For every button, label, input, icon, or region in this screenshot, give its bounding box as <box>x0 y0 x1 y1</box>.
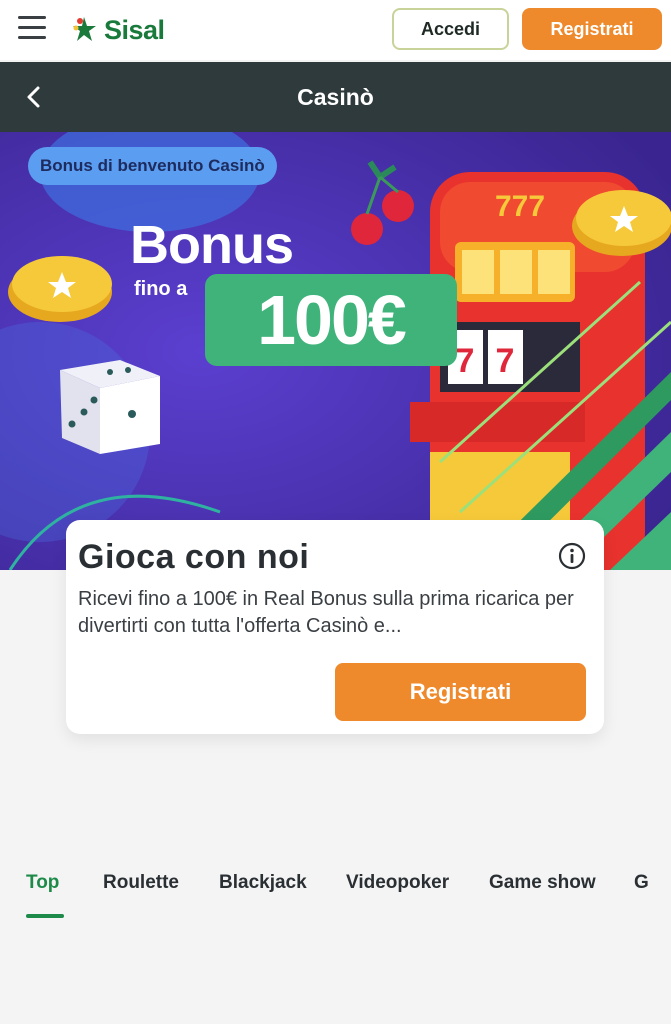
card-title: Gioca con noi <box>78 538 310 576</box>
active-tab-indicator <box>26 914 64 918</box>
tab-more[interactable]: G <box>634 872 649 894</box>
welcome-bonus-pill: Bonus di benvenuto Casinò <box>28 147 277 185</box>
logo-star-icon <box>73 17 96 41</box>
tab-game-show[interactable]: Game show <box>489 872 596 894</box>
tab-top[interactable]: Top <box>26 872 59 894</box>
promo-banner[interactable]: 7 7 Bonus di benvenuto Casinò Bonus fino… <box>0 132 671 570</box>
sisal-logo[interactable]: Sisal <box>72 12 165 48</box>
top-header: Sisal Accedi Registrati <box>0 0 671 60</box>
info-icon[interactable] <box>558 542 586 570</box>
login-button[interactable]: Accedi <box>392 8 509 50</box>
slot-777-label: 777 <box>495 190 545 223</box>
page-title: Casinò <box>297 84 374 110</box>
card-description: Ricevi fino a 100€ in Real Bonus sulla p… <box>78 588 574 637</box>
back-icon[interactable] <box>22 85 46 109</box>
category-tabs: Top Roulette Blackjack Videopoker Game s… <box>0 860 671 922</box>
register-button-header[interactable]: Registrati <box>522 8 662 50</box>
svg-text:7: 7 <box>456 342 475 380</box>
svg-text:7: 7 <box>496 342 515 380</box>
bonus-amount: 100€ <box>205 274 457 366</box>
tab-blackjack[interactable]: Blackjack <box>219 872 307 894</box>
svg-text:777: 777 <box>495 190 545 223</box>
promo-card: Gioca con noi Ricevi fino a 100€ in Real… <box>66 520 604 734</box>
tab-roulette[interactable]: Roulette <box>103 872 179 894</box>
bonus-heading: Bonus <box>130 215 294 275</box>
bonus-fino-a: fino a <box>134 278 188 300</box>
hamburger-icon[interactable] <box>18 16 46 42</box>
section-title-bar: Casinò <box>0 62 671 132</box>
logo-text: Sisal <box>104 14 165 45</box>
register-button-card[interactable]: Registrati <box>335 663 586 721</box>
tab-videopoker[interactable]: Videopoker <box>346 872 449 894</box>
